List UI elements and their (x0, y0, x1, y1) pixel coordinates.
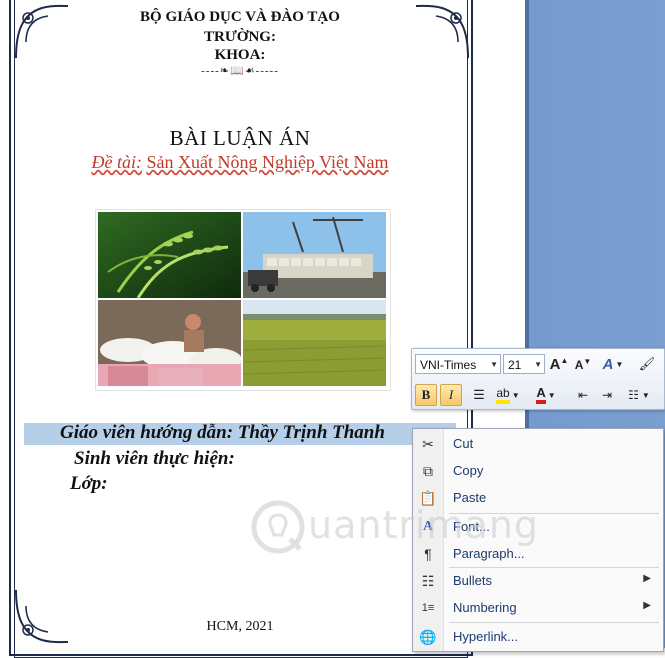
menu-item-label: Hyperlink... (453, 629, 519, 644)
menu-item-cut[interactable]: ✂ Cut (413, 431, 663, 457)
menu-item-paste[interactable]: 📋 Paste (413, 485, 663, 511)
rice-field-image (243, 300, 386, 386)
bold-icon: B (421, 387, 431, 402)
grow-font-button[interactable]: A▲ (548, 353, 570, 375)
menu-item-label: Cut (453, 436, 474, 451)
menu-item-label: Paragraph... (453, 546, 525, 561)
rice-market-image (98, 300, 241, 386)
font-size-value: 21 (508, 358, 522, 372)
chevron-down-icon: ▼ (615, 359, 624, 369)
bullets-button[interactable]: ☷ ▼ (622, 384, 656, 406)
mini-toolbar[interactable]: VNI-Times ▼ 21 ▼ A▲ A▼ A ▼ 🖌 B I ☰ ab ▼ A ▼… (411, 348, 665, 410)
menu-item-label: Font... (453, 519, 490, 534)
supervisor-line[interactable]: Giáo viên hướng dẫn: Thầy Trịnh Thanh (60, 422, 385, 444)
increase-indent-icon: ⇥ (601, 388, 613, 402)
styles-button[interactable]: A ▼ (598, 353, 628, 375)
font-name-value: VNI-Times (420, 358, 477, 372)
rice-plant-image (98, 212, 241, 298)
format-painter-button[interactable]: 🖌 (636, 353, 658, 375)
font-color-button[interactable]: A ▼ (530, 384, 562, 406)
bullets-icon: ☷ (421, 572, 435, 589)
italic-button[interactable]: I (440, 384, 462, 406)
menu-item-numbering[interactable]: 1≡ Numbering ▶ (413, 595, 663, 621)
decrease-indent-button[interactable]: ⇤ (572, 384, 594, 406)
submenu-arrow-icon: ▶ (643, 600, 651, 611)
chevron-down-icon: ▼ (547, 390, 556, 400)
menu-item-label: Copy (453, 463, 484, 478)
grow-font-icon: A▲ (549, 355, 569, 373)
styles-icon: A (602, 355, 614, 373)
chevron-down-icon: ▼ (490, 360, 498, 369)
paragraph-icon: ¶ (424, 546, 432, 562)
rice-port-image (243, 212, 386, 298)
menu-item-label: Paste (453, 490, 487, 505)
copy-icon: ⧉ (423, 462, 433, 479)
highlight-icon: ab (496, 386, 510, 404)
paste-icon: 📋 (419, 489, 437, 506)
school-heading: TRƯỜNG: (204, 29, 276, 45)
photo-collage[interactable] (95, 209, 391, 391)
menu-item-label: Numbering (453, 600, 517, 615)
subtitle-label: Đề tài: (91, 152, 142, 172)
ornament-corner-icon (15, 589, 69, 644)
decrease-indent-icon: ⇤ (577, 388, 589, 402)
bullets-icon: ☷ (628, 388, 639, 402)
document-subtitle: Đề tài: Sản Xuất Nông Nghiệp Việt Nam (0, 152, 480, 173)
document-title: BÀI LUẬN ÁN (169, 126, 311, 150)
italic-icon: I (448, 387, 454, 402)
numbering-icon: 1≡ (421, 602, 435, 614)
shrink-font-icon: A▼ (574, 356, 592, 372)
shrink-font-button[interactable]: A▼ (572, 353, 594, 375)
chevron-down-icon: ▼ (641, 390, 650, 400)
context-menu[interactable]: ✂ Cut ⧉ Copy 📋 Paste A Font... ¶ Paragra… (412, 428, 664, 652)
submenu-arrow-icon: ▶ (643, 573, 651, 584)
font-icon: A (422, 519, 434, 534)
menu-item-bullets[interactable]: ☷ Bullets ▶ (413, 568, 663, 594)
chevron-down-icon: ▼ (511, 390, 520, 400)
align-center-icon: ☰ (473, 387, 485, 402)
menu-item-font[interactable]: A Font... (413, 514, 663, 540)
format-painter-icon: 🖌 (638, 356, 656, 371)
menu-separator (449, 622, 659, 623)
highlight-button[interactable]: ab ▼ (492, 384, 524, 406)
class-line[interactable]: Lớp: (70, 473, 108, 495)
font-color-icon: A (536, 386, 546, 404)
center-align-button[interactable]: ☰ (468, 384, 490, 406)
student-line[interactable]: Sinh viên thực hiện: (74, 448, 235, 470)
menu-item-paragraph[interactable]: ¶ Paragraph... (413, 541, 663, 567)
menu-item-hyperlink[interactable]: 🌐 Hyperlink... (413, 624, 663, 650)
ministry-heading: BỘ GIÁO DỤC VÀ ĐÀO TẠO (140, 9, 340, 25)
font-name-combo[interactable]: VNI-Times ▼ (415, 354, 501, 374)
chevron-down-icon: ▼ (534, 360, 542, 369)
bold-button[interactable]: B (415, 384, 437, 406)
hyperlink-icon: 🌐 (419, 628, 437, 645)
menu-item-label: Bullets (453, 573, 493, 588)
document-footer: HCM, 2021 (206, 619, 274, 634)
font-size-combo[interactable]: 21 ▼ (503, 354, 545, 374)
header-ornament: ----❧📖☙----- (201, 65, 279, 77)
menu-item-copy[interactable]: ⧉ Copy (413, 458, 663, 484)
faculty-heading: KHOA: (214, 47, 266, 63)
scissors-icon: ✂ (422, 435, 434, 452)
increase-indent-button[interactable]: ⇥ (596, 384, 618, 406)
subtitle-text: Sản Xuất Nông Nghiệp Việt Nam (146, 152, 389, 172)
